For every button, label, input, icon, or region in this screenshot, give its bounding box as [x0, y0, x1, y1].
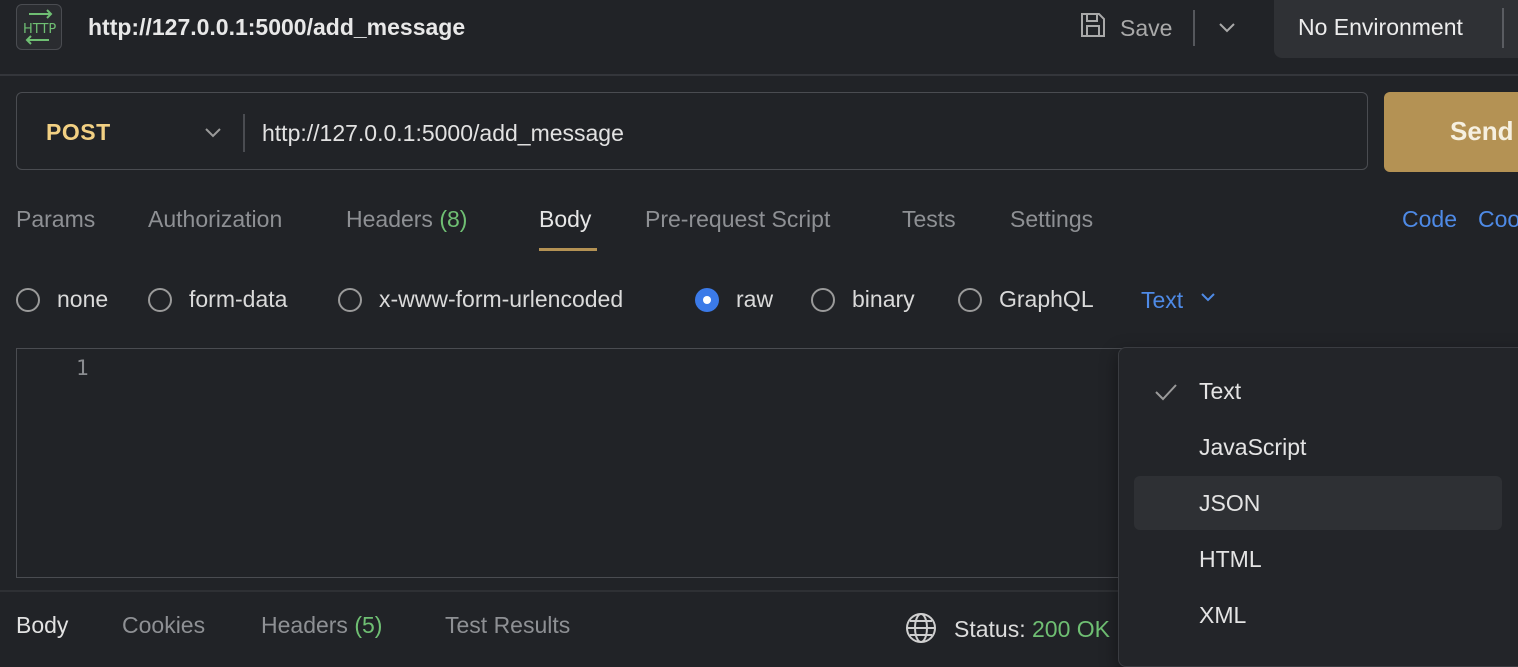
dropdown-item-label: XML — [1199, 602, 1247, 628]
dropdown-item-label: JSON — [1199, 490, 1261, 516]
divider — [243, 114, 245, 152]
tab-count-badge: (5) — [354, 612, 383, 638]
tab-label: Headers — [261, 612, 348, 638]
tab-label: Cookies — [122, 612, 206, 638]
tab-label: Tests — [902, 206, 956, 232]
environment-label: No Environment — [1298, 14, 1463, 40]
radio-label: binary — [852, 286, 915, 312]
tab-params[interactable]: Params — [16, 206, 95, 233]
radio-form-data[interactable]: form-data — [148, 286, 287, 313]
tab-pre-request-script[interactable]: Pre-request Script — [645, 206, 830, 233]
status-value: 200 OK — [1032, 616, 1110, 642]
tab-authorization[interactable]: Authorization — [148, 206, 282, 233]
tab-settings[interactable]: Settings — [1010, 206, 1093, 233]
dropdown-item-label: Text — [1199, 378, 1242, 404]
radio-circle[interactable] — [148, 287, 172, 312]
response-status: Status: 200 OK — [954, 616, 1110, 643]
checkmark-icon — [1152, 380, 1180, 404]
save-options-chevron-down-icon[interactable] — [1212, 14, 1242, 42]
dropdown-item-xml[interactable]: XML — [1134, 588, 1502, 642]
radio-circle[interactable] — [811, 287, 835, 312]
tab-label: Headers — [346, 206, 433, 232]
radio-label: none — [57, 286, 109, 312]
radio-label: x-www-form-urlencoded — [379, 286, 624, 312]
dropdown-item-label: JavaScript — [1199, 434, 1307, 460]
response-tab-cookies[interactable]: Cookies — [122, 612, 205, 639]
radio-circle-selected[interactable] — [695, 287, 719, 312]
language-select[interactable]: Text — [1141, 286, 1219, 314]
radio-x-www-form-urlencoded[interactable]: x-www-form-urlencoded — [338, 286, 623, 313]
cookies-link[interactable]: Coo — [1478, 206, 1518, 233]
response-tab-headers[interactable]: Headers (5) — [261, 612, 382, 639]
tab-label: Settings — [1010, 206, 1094, 232]
request-title[interactable]: http://127.0.0.1:5000/add_message — [88, 14, 465, 41]
radio-binary[interactable]: binary — [811, 286, 915, 313]
send-button[interactable]: Send — [1384, 92, 1518, 172]
dropdown-item-text[interactable]: Text — [1134, 364, 1502, 418]
radio-circle[interactable] — [16, 287, 40, 312]
url-input[interactable] — [262, 118, 1352, 148]
language-select-value: Text — [1141, 286, 1184, 313]
radio-graphql[interactable]: GraphQL — [958, 286, 1094, 313]
globe-icon[interactable] — [904, 611, 938, 645]
tab-label: Params — [16, 206, 96, 232]
chevron-down-icon — [1197, 286, 1219, 314]
save-icon — [1078, 10, 1108, 46]
response-tab-body[interactable]: Body — [16, 612, 68, 639]
tab-count-badge: (8) — [439, 206, 468, 232]
dropdown-item-label: HTML — [1199, 546, 1262, 572]
tab-tests[interactable]: Tests — [902, 206, 956, 233]
tab-label: Test Results — [445, 612, 571, 638]
save-label: Save — [1120, 14, 1173, 41]
tab-headers[interactable]: Headers (8) — [346, 206, 467, 233]
tab-label: Authorization — [148, 206, 283, 232]
divider — [1502, 8, 1504, 48]
active-tab-indicator — [539, 248, 597, 251]
status-label: Status: — [954, 616, 1026, 642]
tab-label: Pre-request Script — [645, 206, 831, 232]
method-select[interactable]: POST — [46, 119, 111, 146]
divider — [1193, 10, 1195, 46]
app-icon-text: HTTP — [23, 22, 56, 37]
chevron-down-icon[interactable] — [200, 120, 226, 146]
code-link[interactable]: Code — [1402, 206, 1457, 233]
line-number: 1 — [76, 356, 89, 380]
http-request-icon: HTTP — [16, 4, 62, 50]
tab-label: Body — [539, 206, 592, 232]
tab-body[interactable]: Body — [539, 206, 591, 233]
radio-raw[interactable]: raw — [695, 286, 773, 313]
dropdown-item-json[interactable]: JSON — [1134, 476, 1502, 530]
radio-none[interactable]: none — [16, 286, 108, 313]
tab-label: Body — [16, 612, 69, 638]
radio-circle[interactable] — [338, 287, 362, 312]
radio-label: form-data — [189, 286, 288, 312]
dropdown-item-javascript[interactable]: JavaScript — [1134, 420, 1502, 474]
dropdown-item-html[interactable]: HTML — [1134, 532, 1502, 586]
radio-label: raw — [736, 286, 774, 312]
radio-label: GraphQL — [999, 286, 1094, 312]
response-tab-test-results[interactable]: Test Results — [445, 612, 570, 639]
save-button[interactable]: Save — [1078, 10, 1172, 46]
radio-circle[interactable] — [958, 287, 982, 312]
